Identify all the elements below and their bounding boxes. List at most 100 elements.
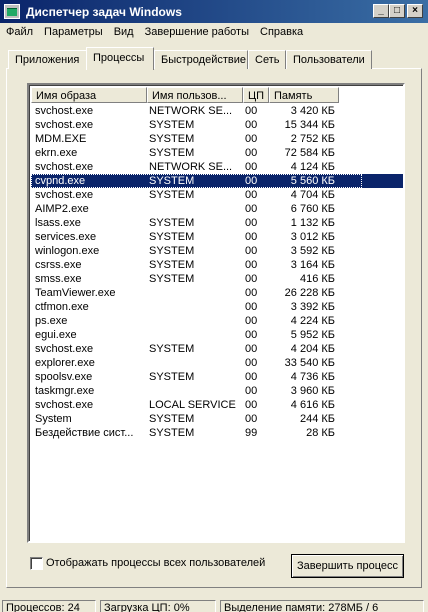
menu-shutdown[interactable]: Завершение работы bbox=[139, 23, 254, 42]
process-memory: 26 228 КБ bbox=[284, 287, 335, 299]
process-rows: svchost.exe NETWORK SE... 00 3 420 КБ svchos… bbox=[31, 104, 403, 440]
process-row[interactable]: svchost.exe NETWORK SE... 00 3 420 КБ bbox=[31, 104, 403, 118]
process-user-name: SYSTEM bbox=[149, 147, 195, 159]
process-row[interactable]: cvpnd.exe SYSTEM 00 5 560 КБ bbox=[31, 174, 403, 188]
process-user-name: SYSTEM bbox=[149, 189, 195, 201]
process-image-name: svchost.exe bbox=[35, 399, 94, 411]
process-memory: 28 КБ bbox=[306, 427, 335, 439]
process-cpu: 00 bbox=[245, 385, 258, 397]
close-button[interactable]: × bbox=[407, 4, 423, 18]
process-memory: 6 760 КБ bbox=[290, 203, 335, 215]
process-row[interactable]: explorer.exe 00 33 540 КБ bbox=[31, 356, 403, 370]
column-cpu[interactable]: ЦП bbox=[243, 87, 269, 103]
tab-applications[interactable]: Приложения bbox=[8, 50, 88, 69]
column-image-name[interactable]: Имя образа bbox=[31, 87, 147, 103]
minimize-button[interactable]: _ bbox=[373, 4, 389, 18]
process-user-name: SYSTEM bbox=[149, 175, 195, 187]
process-image-name: services.exe bbox=[35, 231, 97, 243]
process-row[interactable]: Бездействие сист... SYSTEM 99 28 КБ bbox=[31, 426, 403, 440]
menu-help[interactable]: Справка bbox=[254, 23, 308, 42]
tab-performance[interactable]: Быстродействие bbox=[154, 50, 248, 69]
process-cpu: 00 bbox=[245, 119, 258, 131]
process-user-name: SYSTEM bbox=[149, 245, 195, 257]
process-memory: 3 164 КБ bbox=[290, 259, 335, 271]
process-cpu: 00 bbox=[245, 259, 258, 271]
menu-view[interactable]: Вид bbox=[108, 23, 139, 42]
process-row[interactable]: taskmgr.exe 00 3 960 КБ bbox=[31, 384, 403, 398]
process-memory: 4 224 КБ bbox=[290, 315, 335, 327]
process-cpu: 00 bbox=[245, 315, 258, 327]
end-process-button[interactable]: Завершить процесс bbox=[291, 554, 404, 578]
process-list[interactable]: Имя образа Имя пользов... ЦП Память svch… bbox=[27, 83, 405, 543]
process-row[interactable]: TeamViewer.exe 00 26 228 КБ bbox=[31, 286, 403, 300]
process-cpu: 00 bbox=[245, 329, 258, 341]
process-row[interactable]: System SYSTEM 00 244 КБ bbox=[31, 412, 403, 426]
process-memory: 2 752 КБ bbox=[290, 133, 335, 145]
process-row[interactable]: svchost.exe SYSTEM 00 15 344 КБ bbox=[31, 118, 403, 132]
process-row[interactable]: ekrn.exe SYSTEM 00 72 584 КБ bbox=[31, 146, 403, 160]
process-row[interactable]: spoolsv.exe SYSTEM 00 4 736 КБ bbox=[31, 370, 403, 384]
process-cpu: 00 bbox=[245, 133, 258, 145]
column-memory[interactable]: Память bbox=[269, 87, 339, 103]
process-cpu: 00 bbox=[245, 273, 258, 285]
title-bar[interactable]: Диспетчер задач Windows _ □ × bbox=[0, 0, 428, 23]
process-image-name: egui.exe bbox=[35, 329, 77, 341]
show-all-processes-checkbox[interactable] bbox=[30, 557, 43, 570]
show-all-processes-label[interactable]: Отображать процессы всех пользователей bbox=[46, 557, 265, 569]
process-user-name: SYSTEM bbox=[149, 259, 195, 271]
process-row[interactable]: svchost.exe NETWORK SE... 00 4 124 КБ bbox=[31, 160, 403, 174]
process-row[interactable]: svchost.exe LOCAL SERVICE 00 4 616 КБ bbox=[31, 398, 403, 412]
process-user-name: SYSTEM bbox=[149, 273, 195, 285]
status-cpu-usage: Загрузка ЦП: 0% bbox=[100, 600, 216, 612]
process-cpu: 00 bbox=[245, 203, 258, 215]
process-user-name: SYSTEM bbox=[149, 231, 195, 243]
process-row[interactable]: svchost.exe SYSTEM 00 4 704 КБ bbox=[31, 188, 403, 202]
process-image-name: csrss.exe bbox=[35, 259, 82, 271]
process-user-name: SYSTEM bbox=[149, 371, 195, 383]
process-cpu: 00 bbox=[245, 245, 258, 257]
process-cpu: 00 bbox=[245, 413, 258, 425]
process-row[interactable]: AIMP2.exe 00 6 760 КБ bbox=[31, 202, 403, 216]
process-image-name: svchost.exe bbox=[35, 189, 94, 201]
process-row[interactable]: lsass.exe SYSTEM 00 1 132 КБ bbox=[31, 216, 403, 230]
menu-file[interactable]: Файл bbox=[0, 23, 38, 42]
process-user-name: SYSTEM bbox=[149, 133, 195, 145]
tab-network[interactable]: Сеть bbox=[248, 50, 286, 69]
process-image-name: Бездействие сист... bbox=[35, 427, 134, 439]
process-row[interactable]: svchost.exe SYSTEM 00 4 204 КБ bbox=[31, 342, 403, 356]
process-memory: 244 КБ bbox=[299, 413, 335, 425]
process-memory: 5 560 КБ bbox=[290, 175, 335, 187]
process-image-name: ekrn.exe bbox=[35, 147, 78, 159]
process-memory: 416 КБ bbox=[299, 273, 335, 285]
process-row[interactable]: ctfmon.exe 00 3 392 КБ bbox=[31, 300, 403, 314]
process-image-name: winlogon.exe bbox=[35, 245, 100, 257]
task-manager-icon bbox=[4, 4, 20, 19]
tab-users[interactable]: Пользователи bbox=[286, 50, 372, 69]
process-image-name: System bbox=[35, 413, 72, 425]
process-row[interactable]: smss.exe SYSTEM 00 416 КБ bbox=[31, 272, 403, 286]
process-cpu: 00 bbox=[245, 301, 258, 313]
process-image-name: TeamViewer.exe bbox=[35, 287, 116, 299]
menu-options[interactable]: Параметры bbox=[38, 23, 108, 42]
process-cpu: 00 bbox=[245, 357, 258, 369]
maximize-button[interactable]: □ bbox=[389, 4, 405, 18]
process-image-name: explorer.exe bbox=[35, 357, 95, 369]
process-user-name: SYSTEM bbox=[149, 217, 195, 229]
process-memory: 3 960 КБ bbox=[290, 385, 335, 397]
process-memory: 3 012 КБ bbox=[290, 231, 335, 243]
process-row[interactable]: winlogon.exe SYSTEM 00 3 592 КБ bbox=[31, 244, 403, 258]
process-memory: 4 704 КБ bbox=[290, 189, 335, 201]
process-image-name: smss.exe bbox=[35, 273, 82, 285]
process-row[interactable]: egui.exe 00 5 952 КБ bbox=[31, 328, 403, 342]
process-cpu: 00 bbox=[245, 231, 258, 243]
process-memory: 4 616 КБ bbox=[290, 399, 335, 411]
process-row[interactable]: MDM.EXE SYSTEM 00 2 752 КБ bbox=[31, 132, 403, 146]
tab-processes[interactable]: Процессы bbox=[86, 47, 154, 70]
process-row[interactable]: services.exe SYSTEM 00 3 012 КБ bbox=[31, 230, 403, 244]
process-image-name: svchost.exe bbox=[35, 161, 94, 173]
process-memory: 3 392 КБ bbox=[290, 301, 335, 313]
process-cpu: 00 bbox=[245, 217, 258, 229]
process-row[interactable]: ps.exe 00 4 224 КБ bbox=[31, 314, 403, 328]
column-user-name[interactable]: Имя пользов... bbox=[147, 87, 243, 103]
process-row[interactable]: csrss.exe SYSTEM 00 3 164 КБ bbox=[31, 258, 403, 272]
